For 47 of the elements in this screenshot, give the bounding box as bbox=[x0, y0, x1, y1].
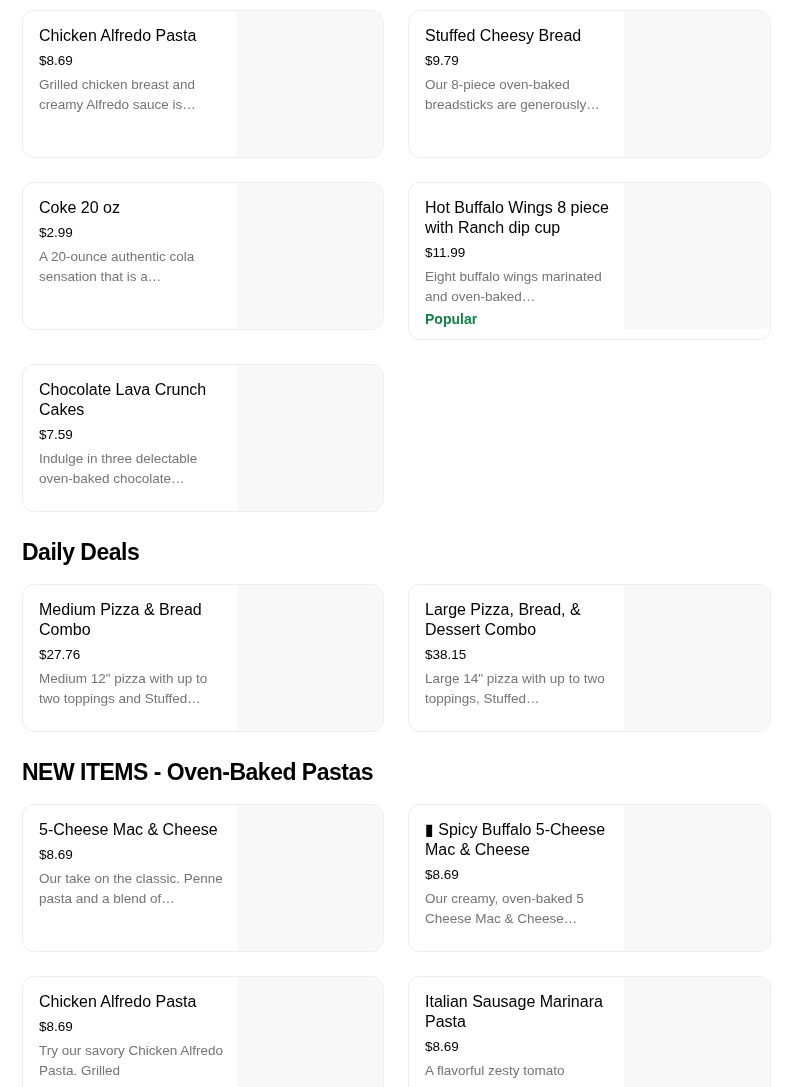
popular-tag: Popular bbox=[425, 309, 612, 329]
item-description: Medium 12" pizza with up to two toppings and Stuffed… bbox=[39, 670, 209, 708]
menu-item-card[interactable]: Stuffed Cheesy Bread $9.79 Our 8-piece oven-baked breadsticks are generously… bbox=[408, 10, 771, 158]
menu-item-card[interactable]: Chocolate Lava Crunch Cakes $7.59 Indulge in three delectable oven-baked chocolate… bbox=[22, 364, 384, 512]
item-name: Hot Buffalo Wings 8 piece with Ranch dip cup bbox=[425, 198, 610, 238]
menu-item-card[interactable]: Chicken Alfredo Pasta $8.69 Grilled chicken breast and creamy Alfredo sauce is… bbox=[22, 10, 384, 158]
item-description: Indulge in three delectable oven-baked chocolate… bbox=[39, 450, 199, 488]
item-name: Stuffed Cheesy Bread bbox=[425, 26, 583, 46]
item-price: $8.69 bbox=[39, 846, 74, 864]
item-price: $8.69 bbox=[425, 1038, 460, 1056]
item-name: Chicken Alfredo Pasta bbox=[39, 26, 198, 46]
item-price: $8.69 bbox=[39, 1018, 74, 1036]
section-heading: Daily Deals bbox=[22, 538, 141, 567]
item-name: Chocolate Lava Crunch Cakes bbox=[39, 380, 208, 420]
menu-item-card[interactable]: Hot Buffalo Wings 8 piece with Ranch dip cup $11.99 Eight buffalo wings marinated and oven-baked… Popular bbox=[408, 182, 771, 340]
item-price: $11.99 bbox=[425, 244, 467, 262]
item-name: ▮ Spicy Buffalo 5-Cheese Mac & Cheese bbox=[425, 820, 607, 860]
menu-item-card[interactable]: Italian Sausage Marinara Pasta $8.69 A flavorful zesty tomato bbox=[408, 976, 771, 1087]
item-name: 5-Cheese Mac & Cheese bbox=[39, 820, 219, 840]
menu-item-card[interactable]: Coke 20 oz $2.99 A 20-ounce authentic cola sensation that is a… bbox=[22, 182, 384, 330]
menu-item-card[interactable]: 5-Cheese Mac & Cheese $8.69 Our take on the classic. Penne pasta and a blend of… bbox=[22, 804, 384, 952]
item-description: A flavorful zesty tomato bbox=[425, 1062, 566, 1080]
menu-item-card[interactable]: Chicken Alfredo Pasta $8.69 Try our savory Chicken Alfredo Pasta. Grilled bbox=[22, 976, 384, 1087]
menu-item-card[interactable]: ▮ Spicy Buffalo 5-Cheese Mac & Cheese $8.69 Our creamy, oven-baked 5 Cheese Mac & Cheese… bbox=[408, 804, 771, 952]
item-description: Our creamy, oven-baked 5 Cheese Mac & Cheese… bbox=[425, 890, 585, 928]
item-price: $9.79 bbox=[425, 52, 460, 70]
item-price: $8.69 bbox=[425, 866, 460, 884]
item-price: $7.59 bbox=[39, 426, 74, 444]
item-name: Medium Pizza & Bread Combo bbox=[39, 600, 203, 640]
item-name: Chicken Alfredo Pasta bbox=[39, 992, 198, 1012]
item-price: $38.15 bbox=[425, 646, 468, 664]
item-description: A 20-ounce authentic cola sensation that is a… bbox=[39, 248, 196, 286]
item-name: Large Pizza, Bread, & Dessert Combo bbox=[425, 600, 582, 640]
item-description: Grilled chicken breast and creamy Alfredo sauce is… bbox=[39, 76, 197, 114]
item-description: Our take on the classic. Penne pasta and a blend of… bbox=[39, 870, 224, 908]
item-price: $8.69 bbox=[39, 52, 74, 70]
item-description: Our 8-piece oven-baked breadsticks are generously… bbox=[425, 76, 601, 114]
item-name: Coke 20 oz bbox=[39, 198, 121, 218]
item-description: Try our savory Chicken Alfredo Pasta. Grilled bbox=[39, 1042, 225, 1080]
item-price: $2.99 bbox=[39, 224, 74, 242]
menu-item-card[interactable]: Medium Pizza & Bread Combo $27.76 Medium 12" pizza with up to two toppings and Stuffed… bbox=[22, 584, 384, 732]
item-name: Italian Sausage Marinara Pasta bbox=[425, 992, 604, 1032]
section-heading: NEW ITEMS - Oven-Baked Pastas bbox=[22, 758, 375, 787]
item-price: $27.76 bbox=[39, 646, 82, 664]
item-description: Large 14" pizza with up to two toppings, Stuffed… bbox=[425, 670, 606, 708]
menu-item-card[interactable]: Large Pizza, Bread, & Dessert Combo $38.15 Large 14" pizza with up to two toppings, Stuffed… bbox=[408, 584, 771, 732]
item-description: Eight buffalo wings marinated and oven-baked… bbox=[425, 268, 603, 306]
